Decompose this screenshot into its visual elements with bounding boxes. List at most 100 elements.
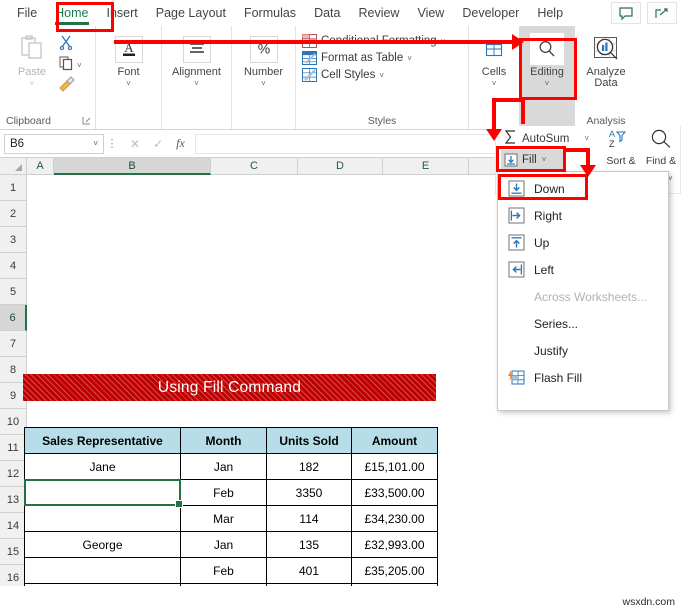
column-header-d[interactable]: D: [298, 158, 383, 174]
cell-rep[interactable]: Jane: [24, 453, 181, 480]
editing-caret-icon[interactable]: ˅: [545, 79, 550, 88]
select-all-corner[interactable]: [0, 158, 27, 174]
font-button[interactable]: A Font ˅: [102, 29, 155, 88]
number-button[interactable]: % Number ˅: [238, 29, 289, 88]
fill-caret-icon[interactable]: ˅: [542, 155, 547, 164]
column-header-b[interactable]: B: [54, 158, 211, 175]
row-header-4[interactable]: 4: [0, 253, 26, 279]
menu-item-data[interactable]: Data: [305, 3, 349, 23]
cell-month[interactable]: Jan: [180, 531, 267, 558]
menu-item-fill-down[interactable]: Down: [498, 175, 668, 202]
row-header-10[interactable]: 10: [0, 409, 26, 435]
cell-month[interactable]: Feb: [180, 479, 267, 506]
cell-units[interactable]: 114: [266, 505, 352, 532]
menu-item-justify[interactable]: Justify: [498, 337, 668, 364]
name-box-chevron-down-icon[interactable]: ˅: [93, 139, 98, 148]
cell-rep[interactable]: [24, 505, 181, 532]
insert-function-icon[interactable]: fx: [176, 136, 185, 151]
cells-caret-icon[interactable]: ˅: [492, 79, 497, 88]
cell-month[interactable]: Mar: [180, 583, 267, 586]
name-box[interactable]: B6 ˅: [4, 133, 104, 154]
cell-month[interactable]: Feb: [180, 557, 267, 584]
row-header-1[interactable]: 1: [0, 175, 26, 201]
cell-amount[interactable]: £15,101.00: [351, 453, 438, 480]
format-as-table-caret-icon[interactable]: ˅: [407, 54, 412, 63]
menu-item-formulas[interactable]: Formulas: [235, 3, 305, 23]
font-caret-icon[interactable]: ˅: [126, 79, 131, 88]
cell-amount[interactable]: £32,993.00: [351, 531, 438, 558]
table-row[interactable]: George Jan 135 £32,993.00: [24, 531, 438, 558]
row-header-3[interactable]: 3: [0, 227, 26, 253]
share-icon[interactable]: [647, 2, 677, 24]
menu-item-fill-up[interactable]: Up: [498, 229, 668, 256]
cell-rep[interactable]: [24, 479, 181, 506]
cell-rep[interactable]: [24, 557, 181, 584]
menu-item-home[interactable]: Home: [46, 3, 97, 25]
column-header-a[interactable]: A: [27, 158, 54, 174]
format-painter-button[interactable]: [58, 76, 82, 96]
row-header-16[interactable]: 16: [0, 565, 26, 586]
cell-amount[interactable]: £34,230.00: [351, 505, 438, 532]
copy-caret-icon[interactable]: ˅: [77, 61, 82, 70]
row-header-13[interactable]: 13: [0, 487, 26, 513]
row-header-14[interactable]: 14: [0, 513, 26, 539]
menu-item-fill-right[interactable]: Right: [498, 202, 668, 229]
menu-item-file[interactable]: File: [8, 3, 46, 23]
autosum-button[interactable]: AutoSum ˅: [504, 130, 589, 147]
cell-units[interactable]: 357: [266, 583, 352, 586]
row-header-15[interactable]: 15: [0, 539, 26, 565]
menu-item-series[interactable]: Series...: [498, 310, 668, 337]
menu-item-page-layout[interactable]: Page Layout: [147, 3, 235, 23]
row-header-2[interactable]: 2: [0, 201, 26, 227]
column-header-e[interactable]: E: [383, 158, 469, 174]
column-header-c[interactable]: C: [211, 158, 298, 174]
menu-item-flash-fill[interactable]: Flash Fill: [498, 364, 668, 391]
menu-item-view[interactable]: View: [408, 3, 453, 23]
cell-units[interactable]: 182: [266, 453, 352, 480]
cell-amount[interactable]: £35,205.00: [351, 557, 438, 584]
paste-caret-icon[interactable]: ˅: [30, 79, 35, 88]
table-row[interactable]: Jane Jan 182 £15,101.00: [24, 453, 438, 480]
clipboard-dialog-launcher-icon[interactable]: [82, 116, 91, 127]
row-header-12[interactable]: 12: [0, 461, 26, 487]
row-header-6[interactable]: 6: [0, 305, 27, 331]
cell-month[interactable]: Jan: [180, 453, 267, 480]
cancel-icon[interactable]: ✕: [130, 137, 140, 151]
find-select-button[interactable]: Find &: [644, 128, 678, 167]
confirm-icon[interactable]: ✓: [153, 137, 163, 151]
cells-button[interactable]: Cells ˅: [475, 29, 513, 88]
cell-rep[interactable]: George: [24, 531, 181, 558]
cell-rep[interactable]: [24, 583, 181, 586]
fill-button[interactable]: Fill ˅: [501, 150, 563, 169]
menu-item-review[interactable]: Review: [349, 3, 408, 23]
table-row[interactable]: Mar357£4,598.00: [24, 583, 438, 586]
editing-button[interactable]: Editing ˅: [525, 29, 569, 88]
copy-button[interactable]: ˅: [58, 56, 82, 75]
cell-amount[interactable]: £4,598.00: [351, 583, 438, 586]
cell-units[interactable]: 401: [266, 557, 352, 584]
row-header-7[interactable]: 7: [0, 331, 26, 357]
cell-amount[interactable]: £33,500.00: [351, 479, 438, 506]
menu-item-fill-left[interactable]: Left: [498, 256, 668, 283]
row-header-5[interactable]: 5: [0, 279, 26, 305]
cell-styles-caret-icon[interactable]: ˅: [379, 71, 384, 80]
sort-filter-button[interactable]: A Z Sort &: [604, 128, 638, 167]
table-row[interactable]: Feb 3350 £33,500.00: [24, 479, 438, 506]
cell-styles-button[interactable]: Cell Styles ˅: [302, 68, 445, 82]
cell-units[interactable]: 3350: [266, 479, 352, 506]
cell-month[interactable]: Mar: [180, 505, 267, 532]
table-row[interactable]: Feb 401 £35,205.00: [24, 557, 438, 584]
cell-units[interactable]: 135: [266, 531, 352, 558]
alignment-caret-icon[interactable]: ˅: [194, 79, 199, 88]
table-row[interactable]: Mar 114 £34,230.00: [24, 505, 438, 532]
paste-button[interactable]: Paste ˅: [6, 29, 58, 88]
menu-item-developer[interactable]: Developer: [453, 3, 528, 23]
number-caret-icon[interactable]: ˅: [261, 79, 266, 88]
row-header-11[interactable]: 11: [0, 435, 26, 461]
alignment-button[interactable]: Alignment ˅: [168, 29, 225, 88]
autosum-caret-icon[interactable]: ˅: [584, 134, 589, 143]
cut-button[interactable]: [58, 35, 82, 54]
format-as-table-button[interactable]: Format as Table ˅: [302, 51, 445, 65]
menu-item-help[interactable]: Help: [528, 3, 572, 23]
analyze-data-button[interactable]: Analyze Data: [581, 29, 631, 89]
